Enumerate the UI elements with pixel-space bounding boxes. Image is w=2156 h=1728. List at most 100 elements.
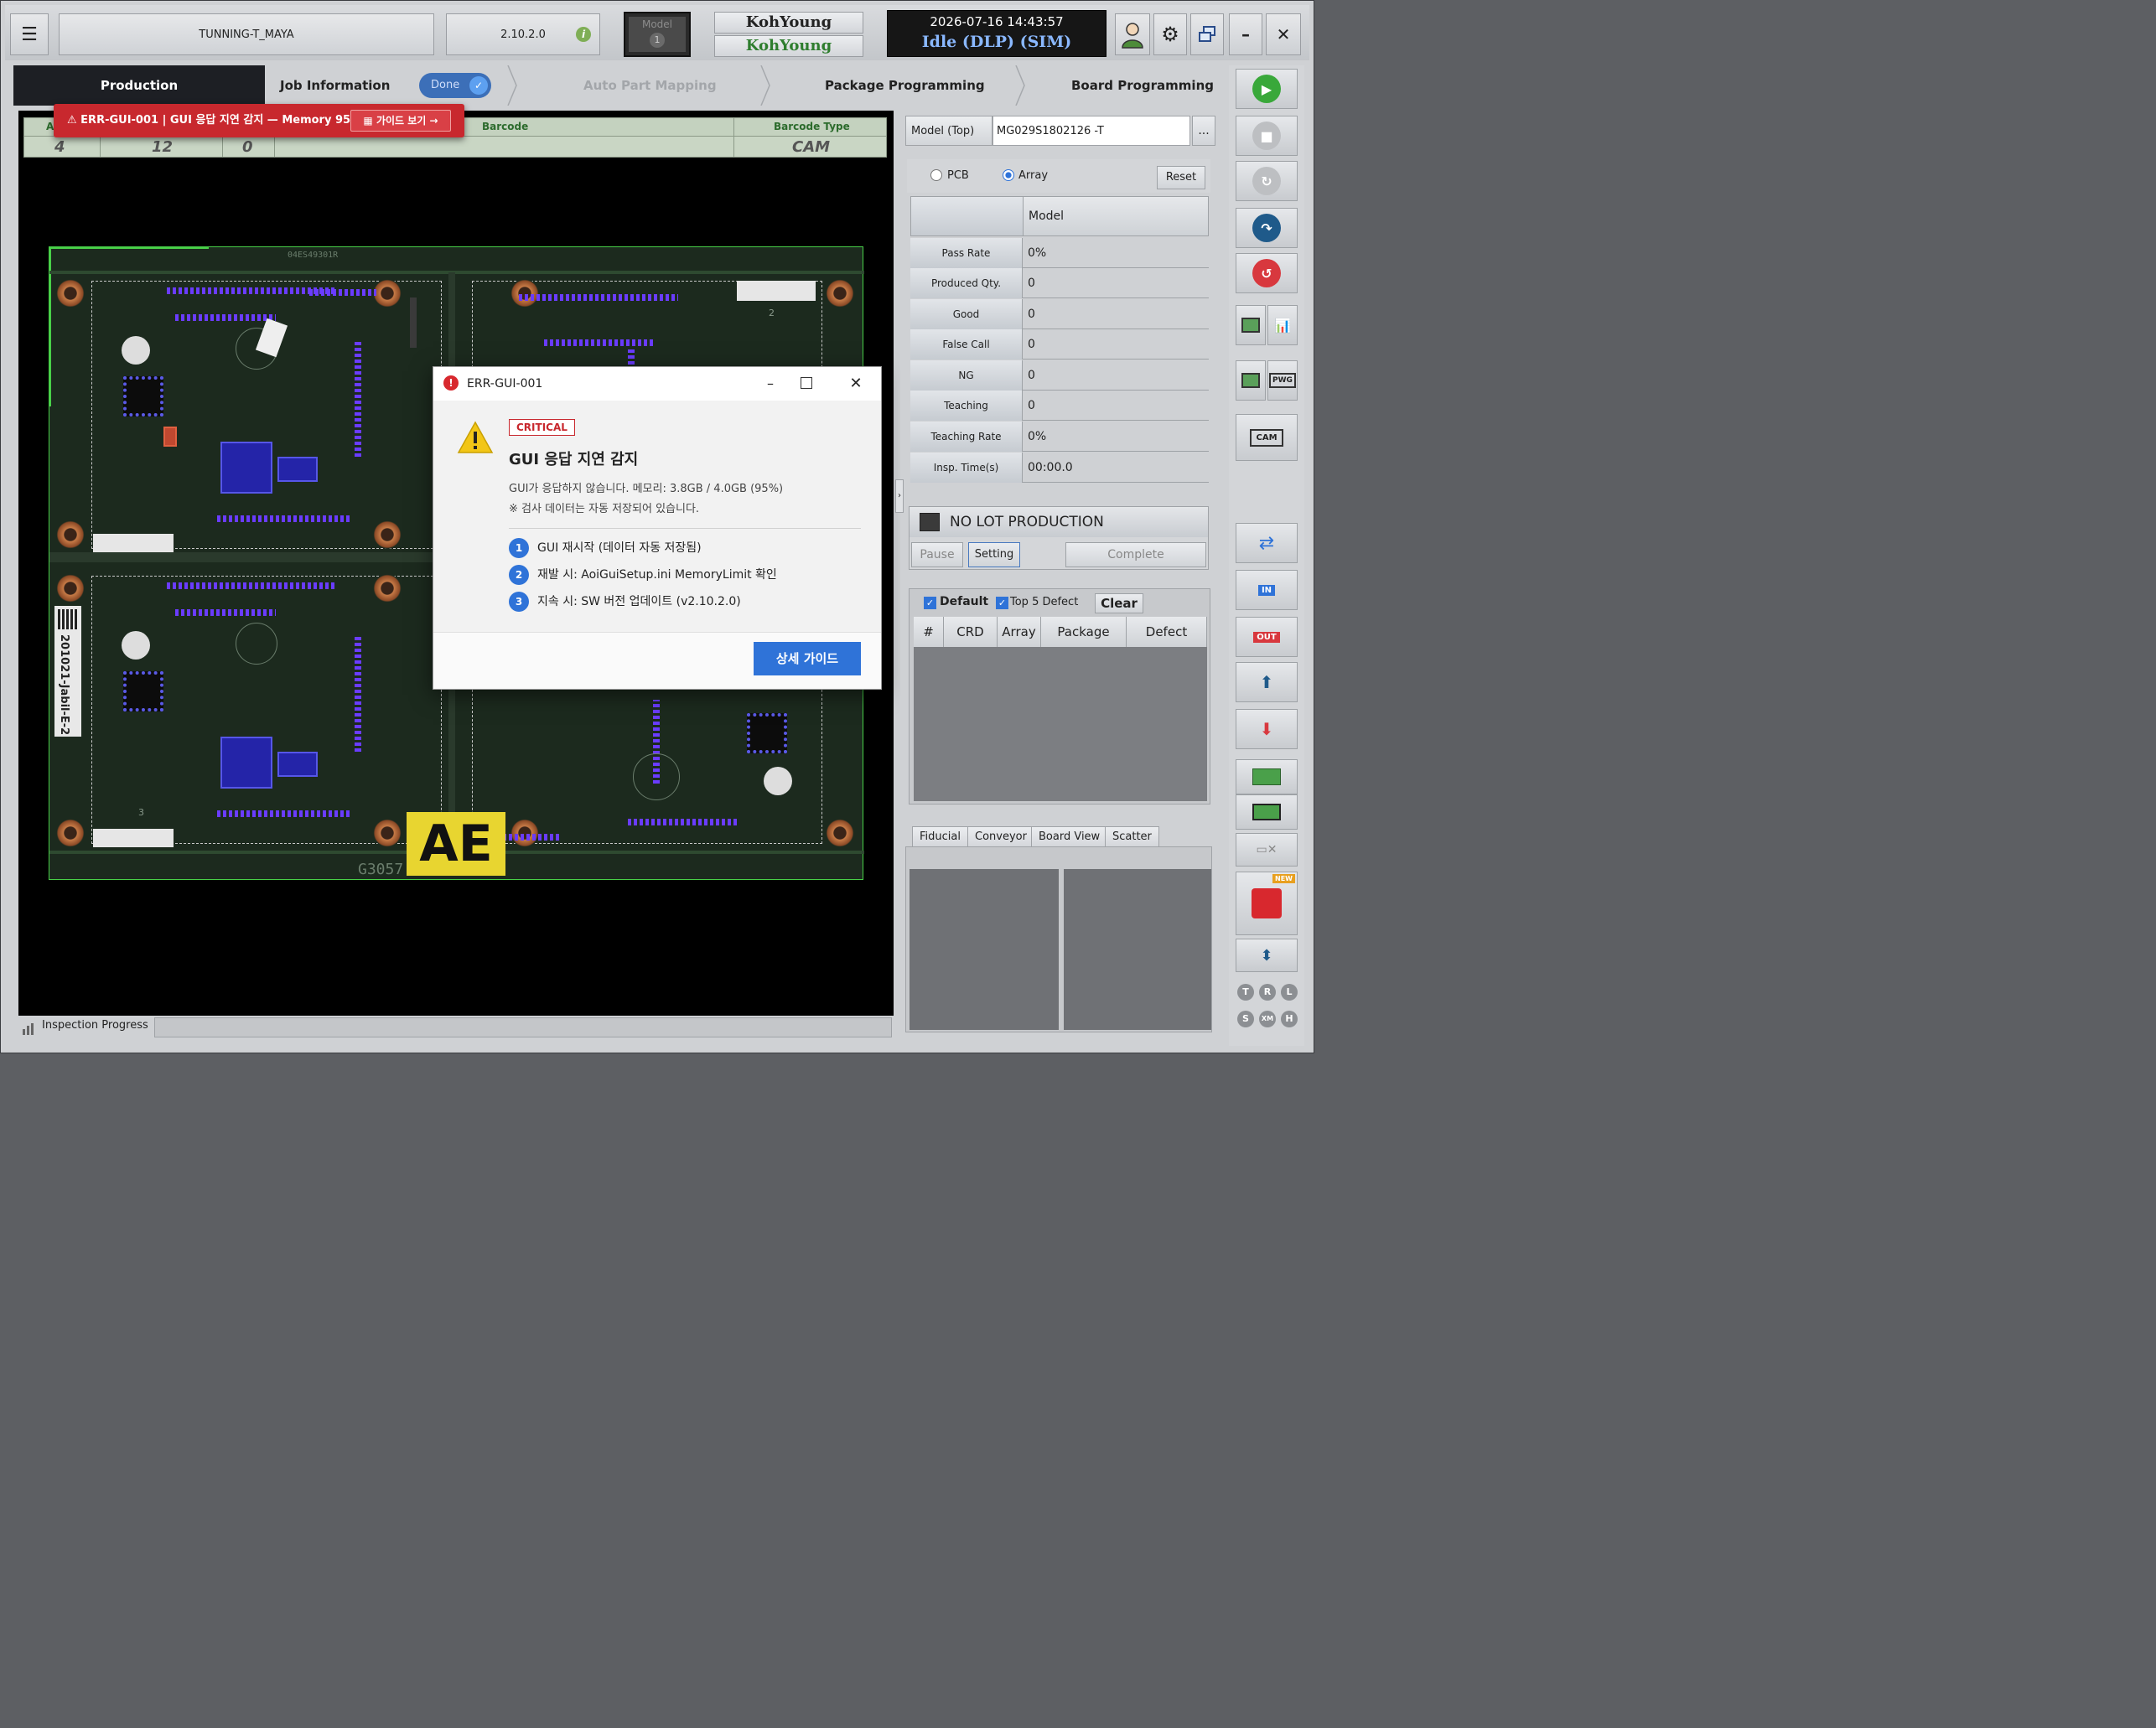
pause-button[interactable]: Pause — [911, 542, 963, 567]
grid-value-count: 12 — [152, 138, 174, 156]
info-icon[interactable]: i — [576, 27, 591, 42]
company-name-bottom: KohYoung — [714, 35, 863, 57]
dialog-minimize-button[interactable]: – — [759, 372, 782, 396]
column-header-array[interactable]: Array — [998, 617, 1041, 647]
board-clamp-button[interactable] — [1236, 794, 1298, 830]
arrow-down-icon: ⬇ — [1259, 719, 1274, 739]
menu-icon: ☰ — [21, 23, 38, 45]
step-text: GUI 재시작 (데이터 자동 저장됨) — [537, 541, 702, 555]
clear-button[interactable]: Clear — [1095, 593, 1143, 613]
redirect-button[interactable]: ↷ — [1236, 208, 1298, 248]
close-app-button[interactable]: ✕ — [1266, 13, 1301, 55]
progress-chart-icon — [22, 1021, 37, 1036]
mini-button-h[interactable]: H — [1281, 1011, 1298, 1027]
step-item: 3 지속 시: SW 버전 업데이트 (v2.10.2.0) — [509, 592, 741, 612]
radio-pcb[interactable] — [930, 169, 942, 181]
stat-key: Teaching Rate — [910, 422, 1023, 452]
error-dialog: ! ERR-GUI-001 – ✕ CRITICAL GUI 응답 지연 감지 … — [433, 366, 882, 690]
radio-array[interactable] — [1003, 169, 1014, 181]
model-top-field[interactable]: MG029S1802126 -T — [992, 116, 1190, 146]
stats-row-ng: NG 0 — [910, 360, 1209, 391]
dialog-note: ※ 검사 데이터는 자동 저장되어 있습니다. — [509, 503, 700, 515]
new-feature-button[interactable]: NEW — [1236, 872, 1298, 935]
width-adjust-icon: ⬍ — [1260, 946, 1273, 965]
version-field: 2.10.2.0 i — [446, 13, 600, 55]
lot-panel: NO LOT PRODUCTION Pause Setting Complete — [909, 506, 1209, 570]
dialog-close-button[interactable]: ✕ — [844, 372, 868, 396]
unload-out-button[interactable]: OUT — [1236, 617, 1298, 657]
setting-button[interactable]: Setting — [968, 542, 1020, 567]
mini-button-r[interactable]: R — [1259, 984, 1276, 1001]
tab-scatter[interactable]: Scatter — [1105, 826, 1159, 846]
grid-value-barcode-type: CAM — [792, 138, 831, 156]
conveyor-up-button[interactable]: ⬆ — [1236, 662, 1298, 702]
column-header-package[interactable]: Package — [1041, 617, 1127, 647]
cam-button[interactable]: CAM — [1236, 414, 1298, 461]
chart-button[interactable]: 📊 — [1267, 305, 1298, 345]
column-header-defect[interactable]: Defect — [1127, 617, 1207, 647]
complete-button[interactable]: Complete — [1065, 542, 1206, 567]
datetime-text: 2026-07-16 14:43:57 — [930, 14, 1064, 29]
board-load-button[interactable] — [1236, 759, 1298, 794]
step-text: 지속 시: SW 버전 업데이트 (v2.10.2.0) — [537, 595, 741, 608]
stat-value: 0 — [1028, 369, 1035, 382]
tab-board-programming[interactable]: Board Programming — [1071, 65, 1222, 106]
tab-auto-part-mapping[interactable]: Auto Part Mapping — [583, 65, 751, 106]
minimize-button[interactable]: – — [1229, 13, 1262, 55]
lot-status-text: NO LOT PRODUCTION — [950, 514, 1104, 530]
settings-button[interactable]: ⚙ — [1153, 13, 1187, 55]
load-in-button[interactable]: IN — [1236, 570, 1298, 610]
stat-value: 00:00.0 — [1028, 461, 1073, 474]
column-header-crd[interactable]: CRD — [944, 617, 998, 647]
step-number: 2 — [509, 565, 529, 585]
window-switch-button[interactable] — [1190, 13, 1224, 55]
tab-job-information[interactable]: Job Information — [280, 65, 422, 106]
stats-row-pass-rate: Pass Rate 0% — [910, 238, 1209, 268]
column-header-number[interactable]: # — [914, 617, 944, 647]
model-browse-button[interactable]: ... — [1192, 116, 1215, 146]
board-search-button[interactable] — [1236, 360, 1266, 401]
board-search-icon — [1241, 373, 1260, 388]
defect-list[interactable] — [914, 647, 1207, 801]
mini-button-xm[interactable]: XM — [1259, 1011, 1276, 1027]
default-checkbox[interactable]: ✓ — [924, 597, 936, 609]
model-button[interactable]: Model 1 — [624, 12, 691, 57]
panel-collapse-button[interactable]: › — [895, 479, 904, 513]
play-icon: ▶ — [1252, 75, 1281, 103]
step-number: 3 — [509, 592, 529, 612]
tab-board-view[interactable]: Board View — [1031, 826, 1108, 846]
board-remove-button[interactable]: ▭✕ — [1236, 833, 1298, 867]
mini-button-t[interactable]: T — [1237, 984, 1254, 1001]
unload-out-icon: OUT — [1253, 631, 1280, 643]
model-top-label: Model (Top) — [905, 116, 992, 146]
cycle-button[interactable]: ↻ — [1236, 161, 1298, 201]
recipe-name-field[interactable]: TUNNING-T_MAYA — [59, 13, 434, 55]
tab-fiducial[interactable]: Fiducial — [912, 826, 968, 846]
board-remove-icon: ▭✕ — [1256, 843, 1278, 856]
tab-production[interactable]: Production — [13, 65, 265, 106]
mini-button-l[interactable]: L — [1281, 984, 1298, 1001]
reset-button[interactable]: Reset — [1157, 166, 1205, 189]
error-banner-text: ⚠ ERR-GUI-001 | GUI 응답 지연 감지 — Memory 95… — [67, 114, 362, 127]
stats-header-row: Model — [910, 196, 1209, 236]
mini-button-s[interactable]: S — [1237, 1011, 1254, 1027]
board-stack-button[interactable] — [1236, 305, 1266, 345]
user-account-button[interactable] — [1115, 13, 1150, 55]
tab-separator-icon — [1015, 65, 1025, 106]
top5-checkbox[interactable]: ✓ — [996, 597, 1008, 609]
conveyor-down-button[interactable]: ⬇ — [1236, 709, 1298, 749]
conveyor-width-button[interactable]: ⬍ — [1236, 939, 1298, 972]
tab-package-programming[interactable]: Package Programming — [825, 65, 992, 106]
stop-button[interactable]: ■ — [1236, 116, 1298, 156]
hamburger-menu-button[interactable]: ☰ — [10, 13, 49, 55]
cycle-icon: ↻ — [1252, 167, 1281, 195]
pwg-button[interactable]: PWG — [1267, 360, 1298, 401]
stop-icon: ■ — [1252, 122, 1281, 150]
dialog-maximize-button[interactable] — [801, 377, 812, 389]
detailed-guide-button[interactable]: 상세 가이드 — [754, 642, 861, 675]
start-button[interactable]: ▶ — [1236, 69, 1298, 109]
transfer-button[interactable]: ⇄ — [1236, 523, 1298, 563]
view-guide-button[interactable]: ▦ 가이드 보기 → — [350, 110, 451, 132]
reset-machine-button[interactable]: ↺ — [1236, 253, 1298, 293]
tab-conveyor[interactable]: Conveyor — [967, 826, 1034, 846]
